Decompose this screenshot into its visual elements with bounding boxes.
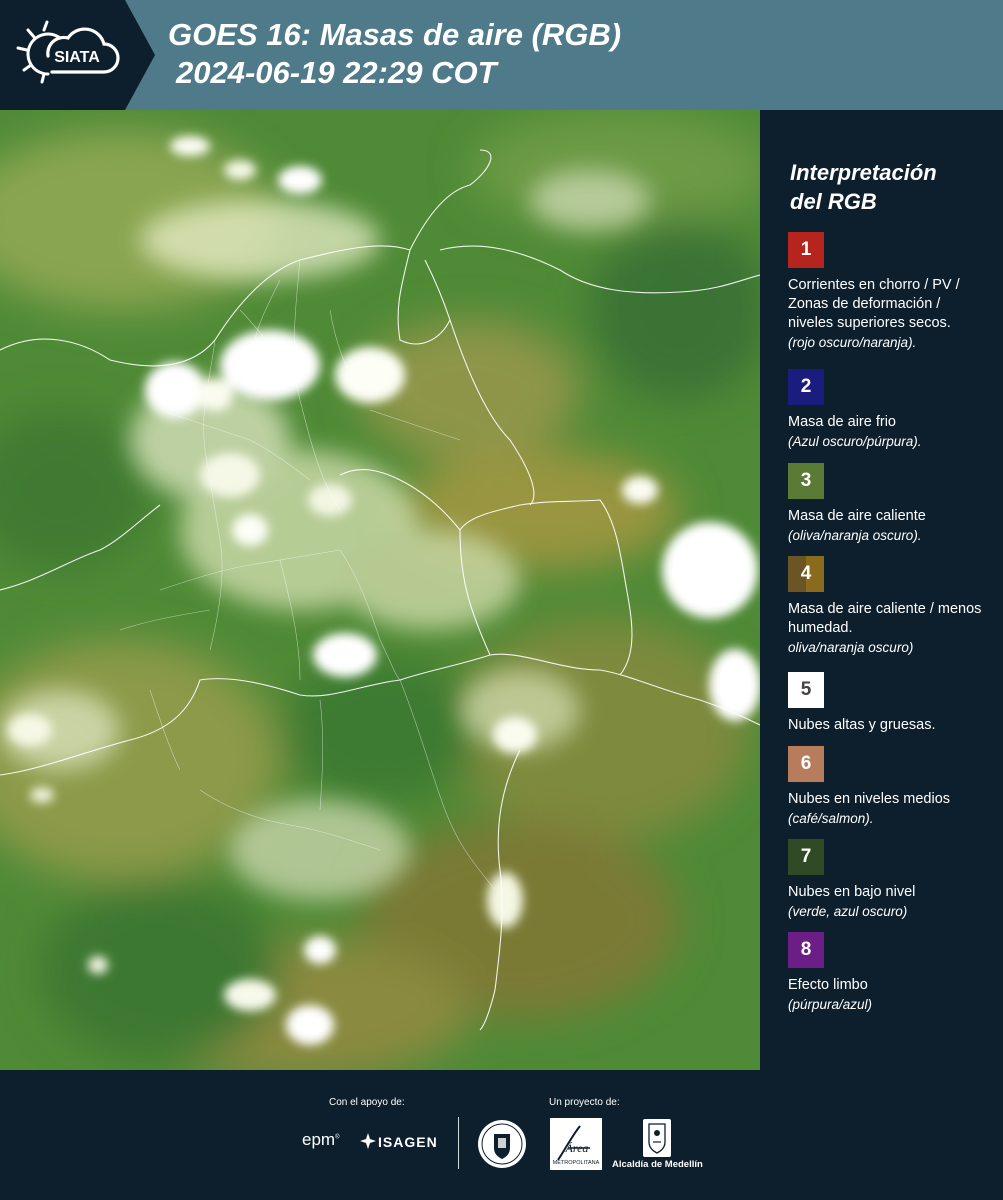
legend-desc-8: Efecto limbo (púrpura/azul) bbox=[788, 976, 988, 1014]
legend-item-4: 4 Masa de aire caliente / menos humedad.… bbox=[788, 556, 988, 657]
legend-panel: Interpretación del RGB 1 Corrientes en c… bbox=[760, 110, 1003, 1070]
legend-text-6: Nubes en niveles medios bbox=[788, 791, 951, 807]
logo-text: SIATA bbox=[54, 49, 100, 66]
star-icon bbox=[360, 1133, 376, 1149]
legend-note-8: (púrpura/azul) bbox=[788, 997, 873, 1012]
legend-swatch-2: 2 bbox=[788, 369, 824, 405]
satellite-map bbox=[0, 110, 760, 1070]
legend-note-2: (Azul oscuro/púrpura). bbox=[788, 434, 922, 449]
footer-divider bbox=[458, 1117, 459, 1169]
legend-desc-7: Nubes en bajo nivel (verde, azul oscuro) bbox=[788, 883, 988, 921]
legend-item-6: 6 Nubes en niveles medios (café/salmon). bbox=[788, 746, 988, 828]
project-label: Un proyecto de: bbox=[549, 1097, 620, 1108]
title-line-2: 2024-06-19 22:29 COT bbox=[176, 55, 497, 90]
epm-logo-text: epm bbox=[302, 1130, 336, 1149]
metro-name: Área bbox=[565, 1141, 589, 1155]
satellite-image bbox=[0, 110, 760, 1070]
legend-swatch-4: 4 bbox=[788, 556, 824, 592]
epm-logo: epm® bbox=[302, 1130, 340, 1149]
legend-item-8: 8 Efecto limbo (púrpura/azul) bbox=[788, 932, 988, 1014]
siata-logo: SIATA bbox=[0, 0, 155, 110]
legend-text-4: Masa de aire caliente / menos humedad. bbox=[788, 601, 982, 636]
legend-swatch-6: 6 bbox=[788, 746, 824, 782]
page-title: GOES 16: Masas de aire (RGB) 2024-06-19 … bbox=[168, 16, 621, 92]
isagen-logo: ISAGEN bbox=[378, 1134, 438, 1150]
legend-swatch-3: 3 bbox=[788, 463, 824, 499]
legend-text-2: Masa de aire frio bbox=[788, 414, 896, 430]
legend-desc-4: Masa de aire caliente / menos humedad. o… bbox=[788, 600, 988, 657]
header: SIATA GOES 16: Masas de aire (RGB) 2024-… bbox=[0, 0, 1003, 110]
footer: Con el apoyo de: Un proyecto de: epm® IS… bbox=[0, 1070, 1003, 1200]
legend-note-7: (verde, azul oscuro) bbox=[788, 904, 908, 919]
legend-swatch-1: 1 bbox=[788, 232, 824, 268]
legend-swatch-5: 5 bbox=[788, 672, 824, 708]
legend-desc-3: Masa de aire caliente (oliva/naranja osc… bbox=[788, 507, 988, 545]
legend-item-2: 2 Masa de aire frio (Azul oscuro/púrpura… bbox=[788, 369, 988, 451]
legend-title: Interpretación del RGB bbox=[790, 158, 937, 216]
area-metropolitana-icon: Área METROPOLITANA bbox=[550, 1118, 602, 1170]
seal-icon bbox=[478, 1120, 526, 1168]
legend-text-8: Efecto limbo bbox=[788, 977, 868, 993]
legend-title-line-1: Interpretación bbox=[790, 160, 937, 185]
legend-text-5: Nubes altas y gruesas. bbox=[788, 717, 936, 733]
legend-item-3: 3 Masa de aire caliente (oliva/naranja o… bbox=[788, 463, 988, 545]
legend-text-1: Corrientes en chorro / PV / Zonas de def… bbox=[788, 277, 960, 331]
legend-title-line-2: del RGB bbox=[790, 189, 877, 214]
metro-sub: METROPOLITANA bbox=[553, 1160, 600, 1166]
legend-swatch-8: 8 bbox=[788, 932, 824, 968]
legend-desc-1: Corrientes en chorro / PV / Zonas de def… bbox=[788, 276, 988, 352]
legend-item-1: 1 Corrientes en chorro / PV / Zonas de d… bbox=[788, 232, 988, 352]
legend-desc-2: Masa de aire frio (Azul oscuro/púrpura). bbox=[788, 413, 988, 451]
legend-text-7: Nubes en bajo nivel bbox=[788, 884, 916, 900]
support-label: Con el apoyo de: bbox=[329, 1097, 405, 1108]
legend-note-6: (café/salmon). bbox=[788, 811, 874, 826]
legend-swatch-7: 7 bbox=[788, 839, 824, 875]
legend-note-1: (rojo oscuro/naranja). bbox=[788, 335, 917, 350]
legend-desc-5: Nubes altas y gruesas. bbox=[788, 716, 988, 735]
coat-of-arms-icon bbox=[643, 1119, 671, 1157]
legend-desc-6: Nubes en niveles medios (café/salmon). bbox=[788, 790, 988, 828]
legend-note-4: oliva/naranja oscuro) bbox=[788, 640, 914, 655]
legend-item-5: 5 Nubes altas y gruesas. bbox=[788, 672, 988, 735]
alcaldia-logo-text: Alcaldía de Medellín bbox=[612, 1159, 703, 1170]
legend-item-7: 7 Nubes en bajo nivel (verde, azul oscur… bbox=[788, 839, 988, 921]
legend-note-3: (oliva/naranja oscuro). bbox=[788, 528, 922, 543]
title-line-1: GOES 16: Masas de aire (RGB) bbox=[168, 17, 622, 52]
legend-text-3: Masa de aire caliente bbox=[788, 508, 926, 524]
